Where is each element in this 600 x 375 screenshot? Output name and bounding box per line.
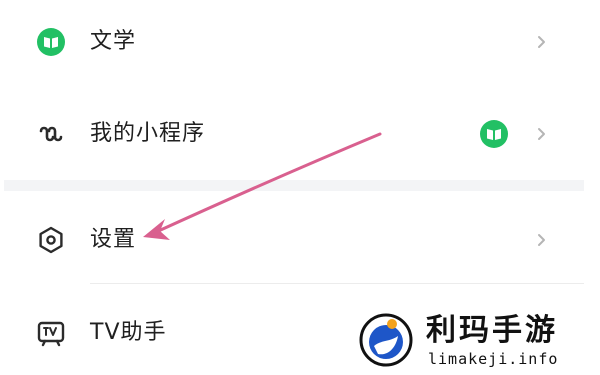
menu-item-settings[interactable]: 设置 (0, 197, 600, 283)
chevron-right-icon (536, 34, 548, 50)
menu-item-label: 设置 (90, 227, 137, 252)
row-divider (90, 283, 584, 284)
settings-hexagon-icon (36, 225, 66, 255)
mini-program-icon (36, 119, 66, 149)
menu-item-label: TV助手 (90, 319, 167, 345)
watermark-subtitle: limakeji.info (428, 350, 559, 368)
section-divider (4, 180, 584, 191)
book-icon (36, 27, 66, 57)
menu-item-wenxue[interactable]: 文学 (0, 0, 600, 84)
watermark: 利玛手游 limakeji.info (346, 300, 600, 375)
book-icon (478, 118, 510, 150)
chevron-right-icon (536, 126, 548, 142)
menu-item-mini-programs[interactable]: 我的小程序 (0, 92, 600, 176)
menu-item-label: 我的小程序 (90, 121, 206, 146)
chevron-right-icon (536, 232, 548, 248)
watermark-title: 利玛手游 (426, 313, 558, 348)
tv-icon (36, 318, 66, 348)
watermark-logo-icon (359, 313, 413, 367)
menu-item-label: 文学 (90, 29, 137, 54)
